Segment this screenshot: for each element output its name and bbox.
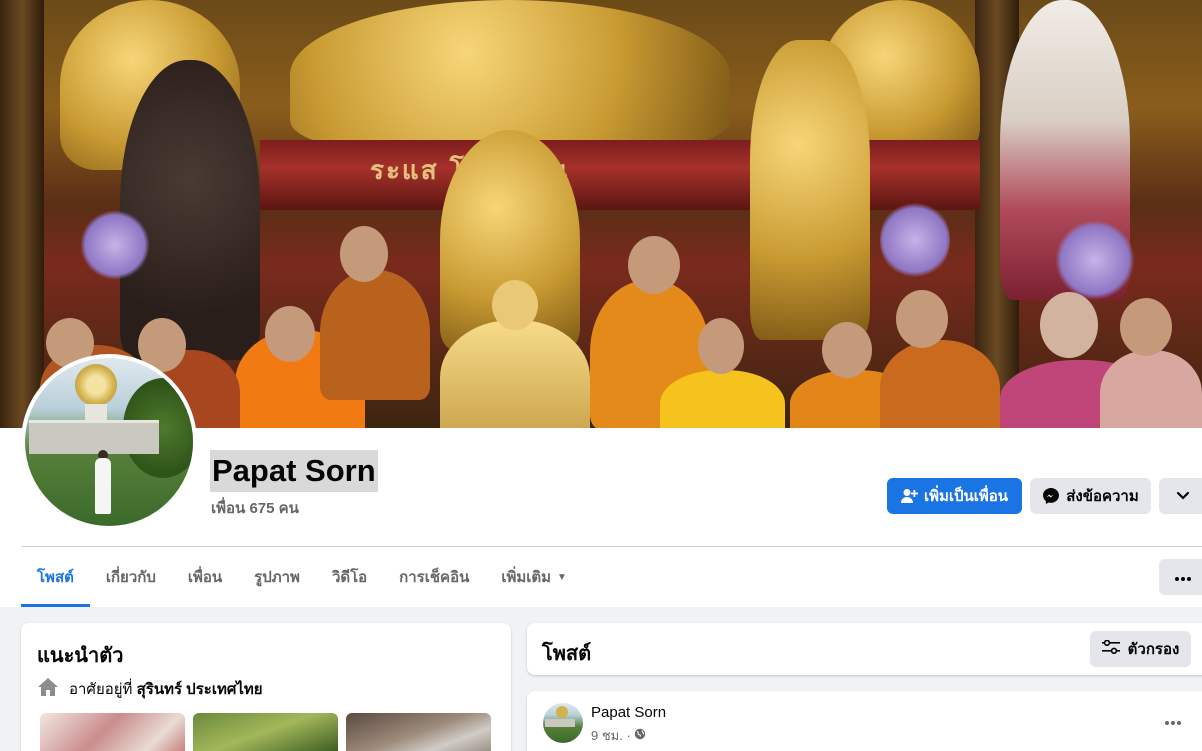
tab-more[interactable]: เพิ่มเติม ▼ [485,547,583,607]
tab-photos-label: รูปภาพ [254,569,300,586]
chevron-down-icon [1176,491,1190,501]
profile-tabs: โพสต์ เกี่ยวกับ เพื่อน รูปภาพ วิดีโอ การ… [21,547,583,607]
add-friend-label: เพิ่มเป็นเพื่อน [923,488,1009,505]
tab-about[interactable]: เกี่ยวกับ [90,547,172,607]
posts-header-card: โพสต์ ตัวกรอง [527,623,1202,675]
cover-flowers-far-right [1055,220,1135,300]
filter-button[interactable]: ตัวกรอง [1090,631,1191,667]
avatar-dharma-wheel [75,364,117,406]
cover-flowers-right [880,200,950,280]
cover-monk-4 [660,370,785,428]
cover-monk-3-head [628,236,680,294]
cover-monk-4-head [698,318,744,374]
post-meta: 9 ชม. · [591,725,646,746]
message-label: ส่งข้อความ [1066,488,1139,505]
tab-checkins[interactable]: การเช็คอิน [383,547,485,607]
intro-photo-1[interactable] [40,713,185,751]
cover-dark-statue [120,60,260,360]
tab-friends[interactable]: เพื่อน [172,547,238,607]
avatar-wall [29,420,159,454]
post-card: Papat Sorn 9 ชม. · [527,691,1202,751]
cover-monk-6-head [896,290,948,348]
message-button[interactable]: ส่งข้อความ [1030,478,1151,514]
post-time[interactable]: 9 ชม. · [591,725,631,746]
tab-friends-label: เพื่อน [187,569,223,586]
cover-flowers-left [80,210,150,280]
tab-videos-label: วิดีโอ [331,569,368,586]
intro-photo-2[interactable] [193,713,338,751]
cover-golden-buddha [290,0,730,150]
posts-title: โพสต์ [542,643,592,665]
intro-photo-3[interactable] [346,713,491,751]
tab-posts[interactable]: โพสต์ [21,547,90,607]
avatar-person [95,458,111,514]
cover-monk-2-head [340,226,388,282]
cover-monk-1-head [265,306,315,362]
messenger-icon [1042,487,1060,505]
cover-pillar-left [0,0,44,428]
tabs-options-button[interactable] [1159,559,1202,595]
profile-avatar[interactable] [25,358,193,526]
cover-person-right-head [1120,298,1172,356]
cover-standing-statue [750,40,870,340]
profile-header: ระแส โพธิญาณ [0,0,1202,607]
more-horizontal-icon [1165,712,1181,730]
tab-about-label: เกี่ยวกับ [105,569,156,586]
cover-monk-6 [880,340,1000,428]
tab-more-label: เพิ่มเติม [501,569,552,586]
cover-nun-head [1040,292,1098,358]
filter-label: ตัวกรอง [1127,641,1180,658]
profile-options-button[interactable] [1159,478,1202,514]
add-friend-icon [900,488,918,504]
tab-posts-label: โพสต์ [37,569,74,586]
home-icon [37,677,59,701]
friends-count[interactable]: เพื่อน 675 คน [211,496,299,520]
intro-lives-in: อาศัยอยู่ที่ สุรินทร์ ประเทศไทย [37,677,263,701]
intro-title: แนะนำตัว [37,645,124,667]
more-horizontal-icon [1175,568,1191,586]
cover-monk-5-head [822,322,872,378]
post-author-avatar[interactable] [543,703,583,743]
post-options-button[interactable] [1157,707,1189,735]
cover-altar [260,140,980,210]
cover-gold-monk-head [492,280,538,330]
cover-gold-monk [440,320,590,428]
tab-checkins-label: การเช็คอิน [399,569,470,586]
intro-card: แนะนำตัว อาศัยอยู่ที่ สุรินทร์ ประเทศไทย [21,623,511,751]
post-avatar-wheel [556,706,568,718]
globe-icon [634,728,646,743]
tab-videos[interactable]: วิดีโอ [316,547,383,607]
post-author-name[interactable]: Papat Sorn [591,704,666,721]
lives-in-prefix: อาศัยอยู่ที่ [69,681,133,698]
profile-name: Papat Sorn [210,450,378,492]
cover-monk-2 [320,270,430,400]
caret-down-icon: ▼ [557,571,567,583]
cover-photo[interactable]: ระแส โพธิญาณ [0,0,1202,428]
filter-icon [1101,639,1120,658]
cover-person-right [1100,350,1202,428]
post-avatar-wall [545,719,575,727]
lives-in-place[interactable]: สุรินทร์ ประเทศไทย [137,681,263,698]
add-friend-button[interactable]: เพิ่มเป็นเพื่อน [887,478,1022,514]
tab-photos[interactable]: รูปภาพ [238,547,316,607]
